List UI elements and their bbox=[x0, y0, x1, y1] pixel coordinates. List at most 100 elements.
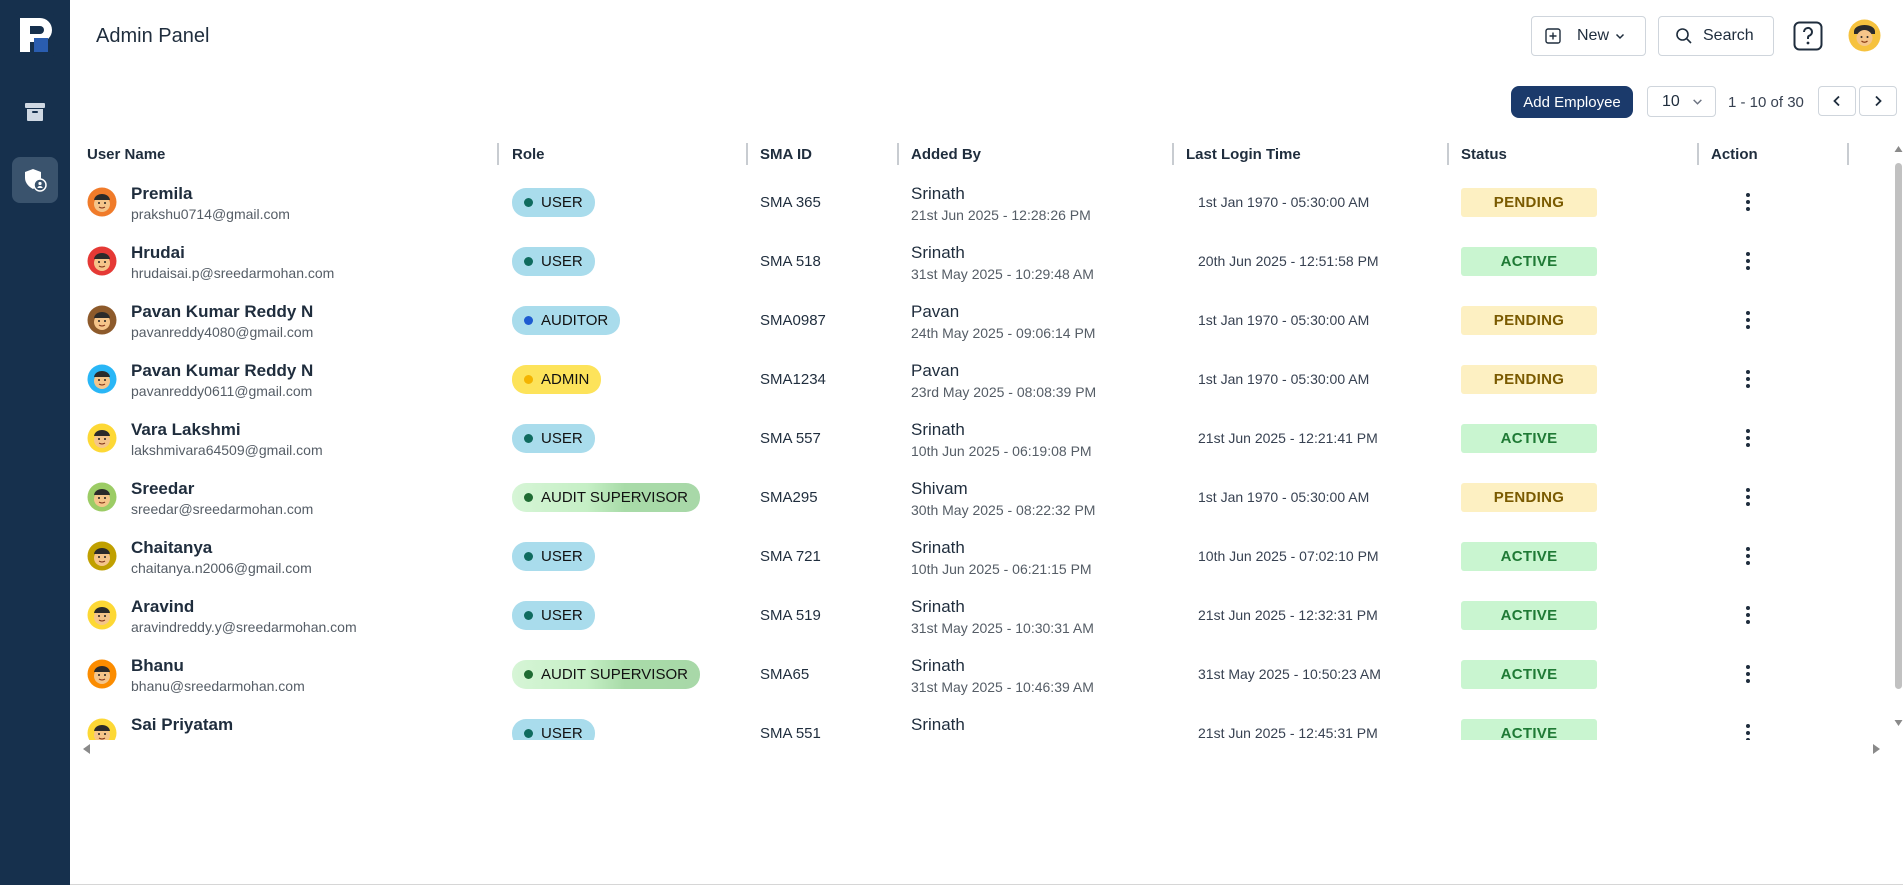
sidebar-item-archive[interactable] bbox=[12, 89, 58, 135]
column-resizer[interactable] bbox=[746, 143, 748, 165]
table-row[interactable]: Vara Lakshmi lakshmivara64509@gmail.com US… bbox=[70, 412, 1895, 471]
user-avatar-icon bbox=[87, 187, 117, 217]
column-header-added-by[interactable]: Added By bbox=[911, 146, 981, 163]
last-login-time: 1st Jan 1970 - 05:30:00 AM bbox=[1198, 371, 1370, 387]
scroll-up-arrow-icon[interactable] bbox=[1894, 145, 1903, 153]
user-avatar-icon bbox=[87, 659, 117, 689]
role-badge[interactable]: USER bbox=[512, 424, 595, 453]
next-page-button[interactable] bbox=[1859, 86, 1897, 116]
last-login-time: 21st Jun 2025 - 12:32:31 PM bbox=[1198, 607, 1378, 623]
role-dot-icon bbox=[524, 257, 533, 266]
column-header-status[interactable]: Status bbox=[1461, 146, 1507, 163]
status-badge: ACTIVE bbox=[1461, 247, 1597, 276]
scroll-left-arrow-icon[interactable] bbox=[82, 743, 91, 755]
role-badge[interactable]: AUDIT SUPERVISOR bbox=[512, 483, 700, 512]
row-actions-menu-icon[interactable] bbox=[1739, 188, 1757, 216]
column-resizer[interactable] bbox=[1447, 143, 1449, 165]
row-actions-menu-icon[interactable] bbox=[1739, 660, 1757, 688]
table-row[interactable]: Aravind aravindreddy.y@sreedarmohan.com US… bbox=[70, 589, 1895, 648]
row-actions-menu-icon[interactable] bbox=[1739, 424, 1757, 452]
sidebar bbox=[0, 0, 70, 885]
sma-id: SMA 519 bbox=[760, 607, 821, 624]
sidebar-item-admin[interactable] bbox=[12, 157, 58, 203]
column-header-action[interactable]: Action bbox=[1711, 146, 1758, 163]
user-email: lakshmivara64509@gmail.com bbox=[131, 442, 323, 458]
last-login-time: 1st Jan 1970 - 05:30:00 AM bbox=[1198, 194, 1370, 210]
role-badge[interactable]: ADMIN bbox=[512, 365, 602, 394]
role-badge[interactable]: USER bbox=[512, 601, 595, 630]
column-header-user-name[interactable]: User Name bbox=[87, 146, 165, 163]
table-row[interactable]: Pavan Kumar Reddy N pavanreddy0611@gmail.… bbox=[70, 353, 1895, 412]
sma-id: SMA 365 bbox=[760, 194, 821, 211]
user-name: Vara Lakshmi bbox=[131, 420, 241, 439]
role-badge[interactable]: USER bbox=[512, 247, 595, 276]
column-header-sma-id[interactable]: SMA ID bbox=[760, 146, 812, 163]
table-row[interactable]: Bhanu bhanu@sreedarmohan.com AUDIT SUPERVI… bbox=[70, 648, 1895, 707]
row-actions-menu-icon[interactable] bbox=[1739, 719, 1757, 740]
add-employee-button[interactable]: Add Employee bbox=[1511, 86, 1633, 118]
column-resizer[interactable] bbox=[497, 143, 499, 165]
added-by-name: Pavan bbox=[911, 302, 960, 321]
role-badge[interactable]: USER bbox=[512, 188, 595, 217]
role-badge[interactable]: AUDIT SUPERVISOR bbox=[512, 660, 700, 689]
column-resizer[interactable] bbox=[1172, 143, 1174, 165]
previous-page-button[interactable] bbox=[1818, 86, 1856, 116]
role-badge[interactable]: USER bbox=[512, 542, 595, 571]
user-name: Sai Priyatam bbox=[131, 715, 234, 734]
user-email: hrudaisai.p@sreedarmohan.com bbox=[131, 265, 335, 281]
user-name: Pavan Kumar Reddy N bbox=[131, 302, 314, 321]
scroll-down-arrow-icon[interactable] bbox=[1894, 719, 1903, 727]
vertical-scrollbar[interactable] bbox=[1894, 143, 1903, 733]
added-by-name: Srinath bbox=[911, 420, 965, 439]
user-name: Hrudai bbox=[131, 243, 185, 262]
row-actions-menu-icon[interactable] bbox=[1739, 542, 1757, 570]
role-dot-icon bbox=[524, 729, 533, 738]
status-badge: PENDING bbox=[1461, 365, 1597, 394]
user-name: Aravind bbox=[131, 597, 195, 616]
row-actions-menu-icon[interactable] bbox=[1739, 247, 1757, 275]
added-by-name: Srinath bbox=[911, 538, 965, 557]
user-name: Sreedar bbox=[131, 479, 195, 498]
user-avatar-icon bbox=[87, 246, 117, 276]
column-resizer[interactable] bbox=[1697, 143, 1699, 165]
role-dot-icon bbox=[524, 198, 533, 207]
row-actions-menu-icon[interactable] bbox=[1739, 601, 1757, 629]
column-header-last-login[interactable]: Last Login Time bbox=[1186, 146, 1301, 163]
archive-icon bbox=[25, 103, 45, 121]
user-name: Pavan Kumar Reddy N bbox=[131, 361, 314, 380]
table-row[interactable]: Sreedar sreedar@sreedarmohan.com AUDIT SUP… bbox=[70, 471, 1895, 530]
page-size-select[interactable]: 10 bbox=[1647, 86, 1716, 117]
added-by-date: 30th May 2025 - 08:22:32 PM bbox=[911, 502, 1096, 518]
role-badge[interactable]: USER bbox=[512, 719, 595, 740]
role-badge[interactable]: AUDITOR bbox=[512, 306, 621, 335]
row-actions-menu-icon[interactable] bbox=[1739, 306, 1757, 334]
table-row[interactable]: Premila prakshu0714@gmail.com USER SMA 365 S… bbox=[70, 176, 1895, 235]
chevron-down-icon bbox=[1615, 33, 1625, 40]
app-logo[interactable] bbox=[14, 14, 56, 56]
horizontal-scrollbar[interactable] bbox=[80, 742, 1886, 756]
role-dot-icon bbox=[524, 493, 533, 502]
table-row[interactable]: Chaitanya chaitanya.n2006@gmail.com USER SM… bbox=[70, 530, 1895, 589]
user-avatar[interactable] bbox=[1848, 19, 1881, 52]
column-resizer[interactable] bbox=[897, 143, 899, 165]
new-button[interactable]: New bbox=[1531, 16, 1646, 56]
search-button[interactable]: Search bbox=[1658, 16, 1774, 56]
table-row[interactable]: Sai Priyatam USER SMA 551 Srinath 21st Jun 2… bbox=[70, 707, 1895, 740]
vertical-scroll-thumb[interactable] bbox=[1895, 163, 1902, 689]
scroll-right-arrow-icon[interactable] bbox=[1872, 743, 1881, 755]
row-actions-menu-icon[interactable] bbox=[1739, 365, 1757, 393]
added-by-date: 10th Jun 2025 - 06:19:08 PM bbox=[911, 443, 1092, 459]
status-badge: ACTIVE bbox=[1461, 719, 1597, 740]
table-row[interactable]: Pavan Kumar Reddy N pavanreddy4080@gmail.… bbox=[70, 294, 1895, 353]
added-by-date: 24th May 2025 - 09:06:14 PM bbox=[911, 325, 1096, 341]
row-actions-menu-icon[interactable] bbox=[1739, 483, 1757, 511]
column-resizer[interactable] bbox=[1847, 143, 1849, 165]
help-icon[interactable] bbox=[1793, 21, 1823, 51]
user-avatar-icon bbox=[87, 305, 117, 335]
role-dot-icon bbox=[524, 434, 533, 443]
last-login-time: 1st Jan 1970 - 05:30:00 AM bbox=[1198, 489, 1370, 505]
pagination-range: 1 - 10 of 30 bbox=[1728, 94, 1804, 111]
column-header-role[interactable]: Role bbox=[512, 146, 545, 163]
table-row[interactable]: Hrudai hrudaisai.p@sreedarmohan.com USER SM… bbox=[70, 235, 1895, 294]
status-badge: ACTIVE bbox=[1461, 601, 1597, 630]
